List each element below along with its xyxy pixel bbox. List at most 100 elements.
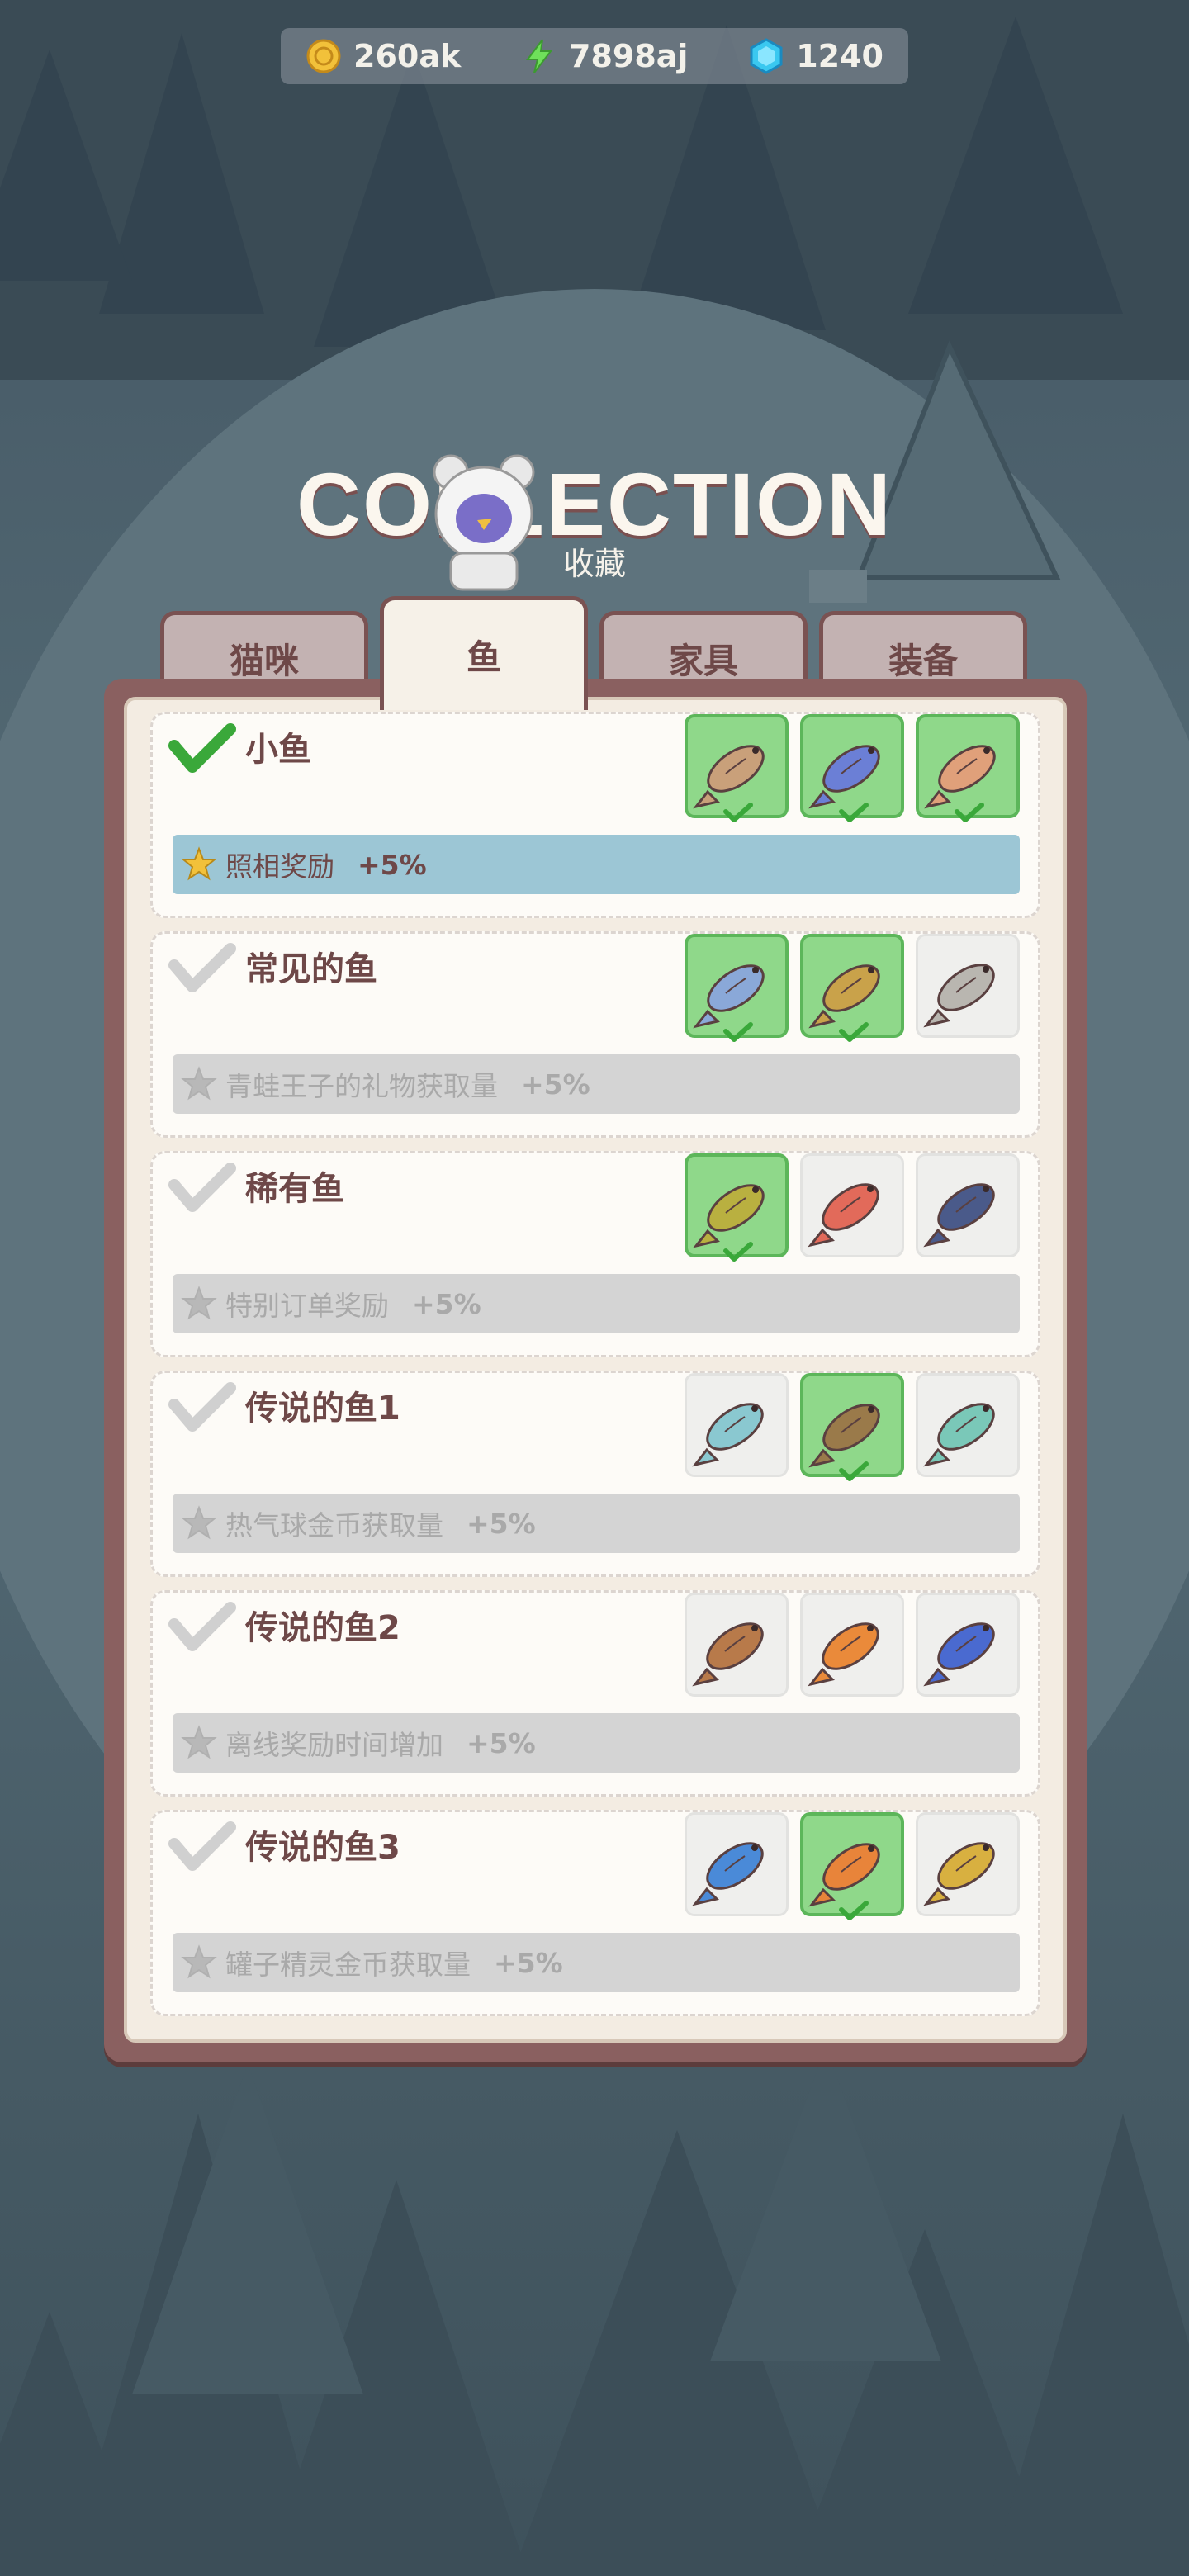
fish-slot[interactable] [916, 714, 1020, 822]
check-icon [168, 1163, 236, 1212]
fish-slots [685, 934, 1020, 1042]
fish-slot[interactable] [916, 1593, 1020, 1697]
fish-slots [685, 1153, 1020, 1262]
coin-counter[interactable]: 260ak [306, 38, 461, 74]
collection-row[interactable]: 传说的鱼3 罐子精灵金币获取量 +5% [150, 1810, 1040, 2016]
collection-row[interactable]: 小鱼 照相奖励 +5% [150, 712, 1040, 918]
fish-slot[interactable] [685, 1812, 789, 1916]
flounder-fish-icon [693, 1184, 765, 1248]
collected-check-icon [839, 1022, 869, 1042]
lightning-icon [526, 39, 553, 73]
parrot-fish-icon [923, 1403, 995, 1467]
bonus-percent: +5% [494, 1946, 563, 1979]
collected-check-icon [723, 1022, 753, 1042]
bonus-percent: +5% [467, 1726, 536, 1759]
collected-check-icon [723, 1242, 753, 1262]
clownfish-icon [808, 1622, 879, 1687]
tab-label: 装备 [888, 641, 958, 681]
tuna-fish-icon [808, 745, 880, 809]
fish-slot[interactable] [916, 1373, 1020, 1477]
pike-fish-icon [693, 745, 765, 809]
fish-slots [685, 714, 1020, 822]
yellowfin-tuna-icon [692, 1842, 764, 1906]
bonus-text: 照相奖励 [225, 850, 334, 883]
rockfish-icon [692, 1622, 764, 1687]
bonus-text: 特别订单奖励 [225, 1290, 389, 1322]
fish-slots [685, 1812, 1020, 1920]
fish-slot[interactable] [916, 934, 1020, 1038]
snapper-fish-icon [808, 1183, 879, 1248]
bonus-text: 离线奖励时间增加 [225, 1729, 443, 1761]
gem-amount: 1240 [796, 38, 883, 74]
bonus-text: 罐子精灵金币获取量 [225, 1949, 471, 1981]
fish-slot[interactable] [800, 934, 904, 1042]
fish-slot[interactable] [685, 1373, 789, 1477]
tab-label: 家具 [668, 641, 738, 681]
check-icon [168, 943, 236, 992]
bonus-bar: 特别订单奖励 +5% [173, 1274, 1020, 1333]
minnow-fish-icon [924, 745, 996, 809]
fish-slot[interactable] [800, 1812, 904, 1920]
bonus-text: 热气球金币获取量 [225, 1509, 443, 1541]
check-icon [168, 723, 236, 773]
collected-check-icon [839, 1461, 869, 1481]
collection-row[interactable]: 传说的鱼1 热气球金币获取量 +5% [150, 1371, 1040, 1577]
gem-icon [750, 38, 783, 74]
collection-row[interactable]: 稀有鱼特别订单奖励 +5% [150, 1151, 1040, 1357]
collected-check-icon [839, 803, 869, 822]
collected-check-icon [955, 803, 984, 822]
row-title: 传说的鱼2 [245, 1609, 400, 1647]
row-title: 稀有鱼 [245, 1170, 344, 1208]
fish-slots [685, 1593, 1020, 1697]
fish-slot[interactable] [685, 934, 789, 1042]
star-icon [181, 1066, 217, 1101]
fish-slots [685, 1373, 1020, 1481]
bluegill-fish-icon [693, 964, 765, 1029]
fish-slot[interactable] [800, 1373, 904, 1481]
fish-slot[interactable] [800, 1593, 904, 1697]
bonus-percent: +5% [358, 848, 427, 881]
bonus-percent: +5% [467, 1507, 536, 1540]
tab-label: 鱼 [466, 637, 501, 678]
fish-slot[interactable] [916, 1812, 1020, 1916]
star-icon [181, 1725, 217, 1759]
check-icon [168, 1382, 236, 1432]
collected-check-icon [839, 1901, 869, 1920]
gem-counter[interactable]: 1240 [748, 38, 883, 74]
tab-fish[interactable]: 鱼 [380, 596, 588, 710]
tab-label: 猫咪 [229, 641, 299, 681]
perch-fish-icon [808, 1843, 880, 1907]
energy-counter[interactable]: 7898aj [521, 38, 688, 74]
star-icon [181, 1944, 217, 1979]
fish-slot[interactable] [685, 714, 789, 822]
bonus-bar: 照相奖励 +5% [173, 835, 1020, 894]
tang-fish-icon [923, 1622, 995, 1687]
star-icon [181, 846, 217, 881]
golden-fish-icon [923, 1842, 995, 1906]
collection-row[interactable]: 传说的鱼2 离线奖励时间增加 +5% [150, 1590, 1040, 1797]
bonus-bar: 离线奖励时间增加 +5% [173, 1713, 1020, 1773]
page-subtitle: 收藏 [562, 546, 626, 582]
check-icon [168, 1602, 236, 1651]
fish-slot[interactable] [685, 1153, 789, 1262]
star-icon [181, 1286, 217, 1320]
carp-fish-icon [808, 964, 880, 1029]
mackerel-fish-icon [692, 1403, 764, 1467]
bonus-percent: +5% [412, 1287, 481, 1320]
fish-slot[interactable] [800, 1153, 904, 1257]
coin-icon [306, 39, 341, 73]
row-title: 传说的鱼1 [245, 1390, 400, 1428]
fish-slot[interactable] [800, 714, 904, 822]
collection-row[interactable]: 常见的鱼青蛙王子的礼物获取量 +5% [150, 931, 1040, 1138]
bonus-text: 青蛙王子的礼物获取量 [225, 1070, 498, 1102]
collected-check-icon [723, 803, 753, 822]
row-title: 常见的鱼 [245, 950, 377, 988]
grouper-fish-icon [923, 1183, 995, 1248]
star-icon [181, 1505, 217, 1540]
sardine-fish-icon [923, 964, 995, 1028]
bonus-percent: +5% [521, 1068, 590, 1101]
coin-amount: 260ak [353, 38, 462, 74]
fish-slot[interactable] [685, 1593, 789, 1697]
check-icon [168, 1821, 236, 1871]
fish-slot[interactable] [916, 1153, 1020, 1257]
